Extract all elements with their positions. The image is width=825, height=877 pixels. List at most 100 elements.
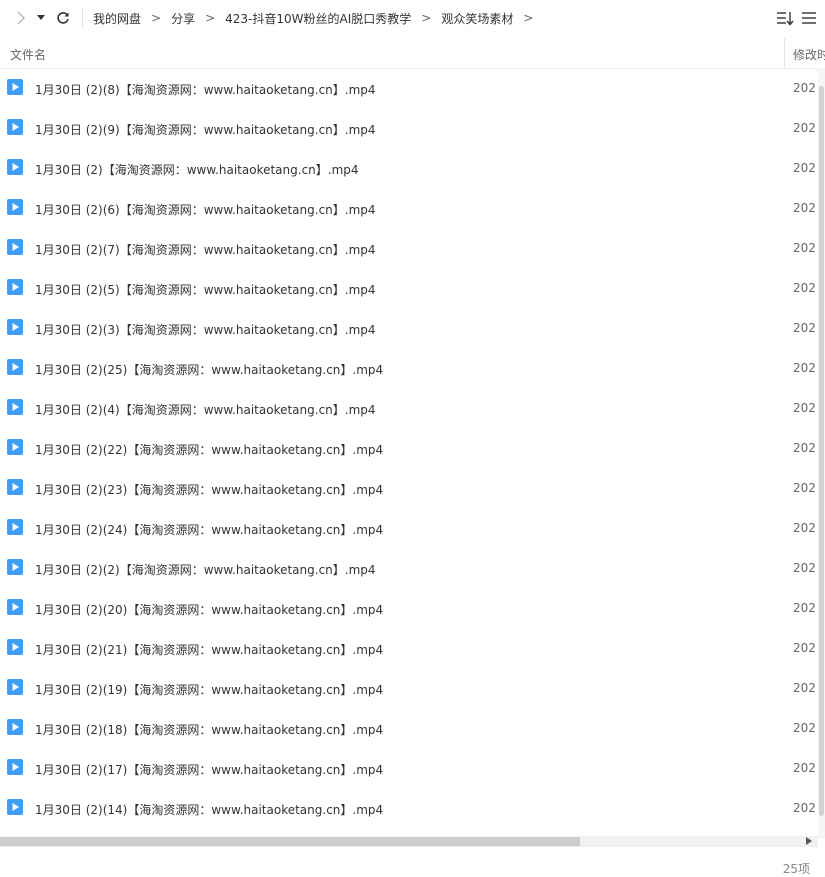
video-file-icon (7, 399, 23, 415)
sort-icon (777, 12, 794, 26)
toolbar: 我的网盘 > 分享 > 423-抖音10W粉丝的AI脱口秀教学 > 观众笑场素材… (0, 0, 825, 36)
horizontal-scrollbar[interactable] (0, 836, 818, 847)
chevron-right-icon (17, 11, 26, 25)
video-file-icon (7, 799, 23, 815)
video-file-icon (7, 759, 23, 775)
file-row[interactable]: 1月30日 (2)(8)【海淘资源网：www.haitaoketang.cn】.… (0, 68, 818, 108)
file-name: 1月30日 (2)(14)【海淘资源网：www.haitaoketang.cn】… (35, 803, 384, 817)
toolbar-divider (82, 9, 83, 27)
file-name: 1月30日 (2)(17)【海淘资源网：www.haitaoketang.cn】… (35, 763, 384, 777)
file-modified-date: 202 (793, 681, 816, 695)
file-name: 1月30日 (2)(24)【海淘资源网：www.haitaoketang.cn】… (35, 523, 384, 537)
file-row[interactable]: 1月30日 (2)(17)【海淘资源网：www.haitaoketang.cn】… (0, 748, 818, 788)
file-modified-date: 202 (793, 121, 816, 135)
file-name: 1月30日 (2)(18)【海淘资源网：www.haitaoketang.cn】… (35, 723, 384, 737)
item-count: 25项 (782, 862, 810, 876)
column-name-header[interactable]: 文件名 (10, 46, 46, 63)
file-name: 1月30日 (2)(22)【海淘资源网：www.haitaoketang.cn】… (35, 443, 384, 457)
vertical-scrollbar[interactable] (818, 68, 825, 838)
file-name: 1月30日 (2)(7)【海淘资源网：www.haitaoketang.cn】.… (35, 243, 376, 257)
video-file-icon (7, 519, 23, 535)
menu-icon (802, 12, 816, 24)
column-resize-handle[interactable] (784, 38, 785, 68)
file-modified-date: 202 (793, 761, 816, 775)
file-modified-date: 202 (793, 481, 816, 495)
file-row[interactable]: 1月30日 (2)(4)【海淘资源网：www.haitaoketang.cn】.… (0, 388, 818, 428)
file-modified-date: 202 (793, 721, 816, 735)
menu-button[interactable] (799, 8, 819, 28)
file-modified-date: 202 (793, 401, 816, 415)
video-file-icon (7, 599, 23, 615)
sort-button[interactable] (775, 8, 795, 28)
file-name: 1月30日 (2)(8)【海淘资源网：www.haitaoketang.cn】.… (35, 83, 376, 97)
file-modified-date: 202 (793, 801, 816, 815)
refresh-button[interactable] (52, 7, 74, 29)
file-modified-date: 202 (793, 641, 816, 655)
scroll-right-arrow-icon[interactable] (806, 837, 812, 845)
breadcrumb-separator-icon: > (205, 11, 216, 25)
video-file-icon (7, 719, 23, 735)
video-file-icon (7, 319, 23, 335)
video-file-icon (7, 679, 23, 695)
file-name: 1月30日 (2)(19)【海淘资源网：www.haitaoketang.cn】… (35, 683, 384, 697)
file-name: 1月30日 (2)(20)【海淘资源网：www.haitaoketang.cn】… (35, 603, 384, 617)
video-file-icon (7, 639, 23, 655)
history-dropdown-button[interactable] (34, 7, 48, 29)
breadcrumb-separator-icon: > (151, 11, 162, 25)
file-row[interactable]: 1月30日 (2)(23)【海淘资源网：www.haitaoketang.cn】… (0, 468, 818, 508)
video-file-icon (7, 199, 23, 215)
file-modified-date: 202 (793, 521, 816, 535)
file-row[interactable]: 1月30日 (2)(9)【海淘资源网：www.haitaoketang.cn】.… (0, 108, 818, 148)
file-modified-date: 202 (793, 441, 816, 455)
file-name: 1月30日 (2)(25)【海淘资源网：www.haitaoketang.cn】… (35, 363, 384, 377)
breadcrumb-my-drive[interactable]: 我的网盘 (93, 10, 141, 27)
file-row[interactable]: 1月30日 (2)(24)【海淘资源网：www.haitaoketang.cn】… (0, 508, 818, 548)
caret-down-icon (37, 15, 45, 20)
video-file-icon (7, 439, 23, 455)
file-row[interactable]: 1月30日 (2)(14)【海淘资源网：www.haitaoketang.cn】… (0, 788, 818, 828)
file-name: 1月30日 (2)(2)【海淘资源网：www.haitaoketang.cn】.… (35, 563, 376, 577)
file-row[interactable]: 1月30日 (2)(5)【海淘资源网：www.haitaoketang.cn】.… (0, 268, 818, 308)
video-file-icon (7, 479, 23, 495)
horizontal-scrollbar-thumb[interactable] (0, 837, 580, 846)
file-modified-date: 202 (793, 201, 816, 215)
file-row[interactable]: 1月30日 (2)(2)【海淘资源网：www.haitaoketang.cn】.… (0, 548, 818, 588)
video-file-icon (7, 159, 23, 175)
file-row[interactable]: 1月30日 (2)(19)【海淘资源网：www.haitaoketang.cn】… (0, 668, 818, 708)
forward-button[interactable] (10, 7, 32, 29)
video-file-icon (7, 239, 23, 255)
breadcrumb-course-folder[interactable]: 423-抖音10W粉丝的AI脱口秀教学 (225, 10, 411, 27)
breadcrumb-current-folder[interactable]: 观众笑场素材 (441, 10, 513, 27)
file-name: 1月30日 (2)【海淘资源网：www.haitaoketang.cn】.mp4 (35, 163, 359, 177)
video-file-icon (7, 119, 23, 135)
file-row[interactable]: 1月30日 (2)(7)【海淘资源网：www.haitaoketang.cn】.… (0, 228, 818, 268)
file-row[interactable]: 1月30日 (2)(18)【海淘资源网：www.haitaoketang.cn】… (0, 708, 818, 748)
file-name: 1月30日 (2)(5)【海淘资源网：www.haitaoketang.cn】.… (35, 283, 376, 297)
file-row[interactable]: 1月30日 (2)(22)【海淘资源网：www.haitaoketang.cn】… (0, 428, 818, 468)
file-name: 1月30日 (2)(6)【海淘资源网：www.haitaoketang.cn】.… (35, 203, 376, 217)
file-modified-date: 202 (793, 81, 816, 95)
column-header: 文件名 修改时 (0, 38, 825, 69)
file-modified-date: 202 (793, 561, 816, 575)
video-file-icon (7, 559, 23, 575)
video-file-icon (7, 79, 23, 95)
breadcrumb: 我的网盘 > 分享 > 423-抖音10W粉丝的AI脱口秀教学 > 观众笑场素材… (93, 10, 543, 27)
file-row[interactable]: 1月30日 (2)(20)【海淘资源网：www.haitaoketang.cn】… (0, 588, 818, 628)
file-row[interactable]: 1月30日 (2)(3)【海淘资源网：www.haitaoketang.cn】.… (0, 308, 818, 348)
refresh-icon (57, 12, 69, 24)
vertical-scrollbar-thumb[interactable] (819, 86, 824, 816)
column-modified-header[interactable]: 修改时 (793, 46, 825, 63)
breadcrumb-share[interactable]: 分享 (171, 10, 195, 27)
file-row[interactable]: 1月30日 (2)【海淘资源网：www.haitaoketang.cn】.mp4… (0, 148, 818, 188)
breadcrumb-separator-icon: > (421, 11, 432, 25)
video-file-icon (7, 279, 23, 295)
file-modified-date: 202 (793, 161, 816, 175)
file-name: 1月30日 (2)(21)【海淘资源网：www.haitaoketang.cn】… (35, 643, 384, 657)
file-row[interactable]: 1月30日 (2)(25)【海淘资源网：www.haitaoketang.cn】… (0, 348, 818, 388)
file-name: 1月30日 (2)(23)【海淘资源网：www.haitaoketang.cn】… (35, 483, 384, 497)
file-modified-date: 202 (793, 321, 816, 335)
file-modified-date: 202 (793, 361, 816, 375)
file-row[interactable]: 1月30日 (2)(6)【海淘资源网：www.haitaoketang.cn】.… (0, 188, 818, 228)
breadcrumb-expand-icon[interactable]: > (523, 11, 533, 25)
file-row[interactable]: 1月30日 (2)(21)【海淘资源网：www.haitaoketang.cn】… (0, 628, 818, 668)
